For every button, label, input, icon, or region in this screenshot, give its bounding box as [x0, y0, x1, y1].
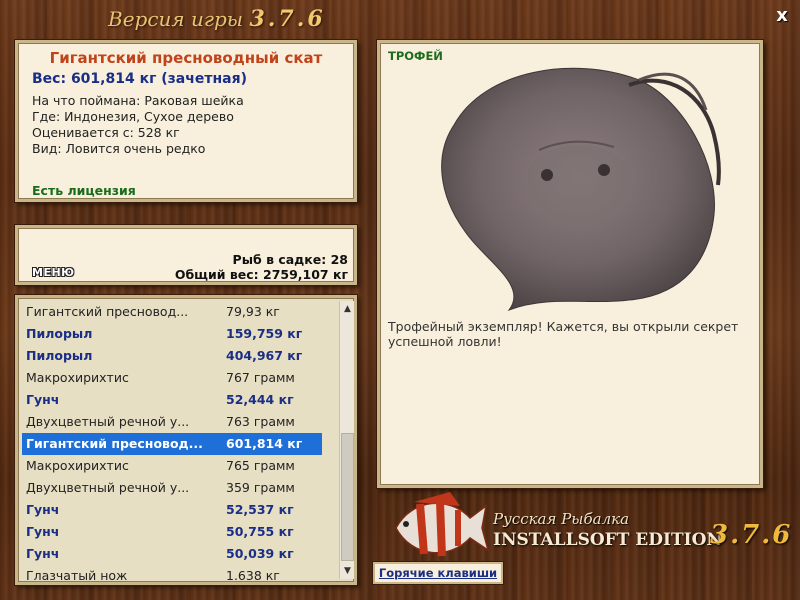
title-version: 3.7.6	[249, 6, 326, 32]
catch-fish-name: Двухцветный речной у...	[26, 414, 190, 429]
catch-fish-weight: 159,759 кг	[226, 326, 303, 341]
close-icon[interactable]: x	[772, 6, 792, 26]
fish-name: Гигантский пресноводный скат	[49, 49, 323, 67]
bait-line: На что поймана: Раковая шейка	[32, 93, 244, 108]
catch-list-row[interactable]: Макрохирихтис 767 грамм	[22, 367, 322, 389]
catch-list-row[interactable]: Пилорыл 159,759 кг	[22, 323, 322, 345]
catch-list-row[interactable]: Пилорыл 404,967 кг	[22, 345, 322, 367]
brand-logo: Русская Рыбалка INSTALLSOFT EDITION 3.7.…	[390, 488, 790, 568]
window-title: Версия игры 3.7.6	[108, 6, 348, 36]
trophy-description: Трофейный экземпляр! Кажется, вы открыли…	[388, 319, 739, 349]
scroll-down-icon[interactable]: ▼	[340, 563, 354, 579]
catch-fish-name: Пилорыл	[26, 326, 93, 341]
hotkeys-button[interactable]: Горячие клавиши	[373, 562, 503, 584]
catch-fish-weight: 1.638 кг	[226, 568, 280, 583]
cage-total-weight: Общий вес: 2759,107 кг	[174, 267, 348, 282]
brand-title: Русская Рыбалка	[493, 510, 630, 528]
catch-fish-name: Макрохирихтис	[26, 458, 129, 473]
catch-list-row[interactable]: Гигантский пресновод... 79,93 кг	[22, 301, 322, 323]
catch-list-row[interactable]: Гунч 52,444 кг	[22, 389, 322, 411]
catch-fish-weight: 52,444 кг	[226, 392, 294, 407]
catch-fish-weight: 763 грамм	[226, 414, 295, 429]
catch-list-row[interactable]: Гунч 50,039 кг	[22, 543, 322, 565]
title-prefix: Версия игры	[108, 7, 244, 31]
catch-fish-name: Гунч	[26, 546, 60, 561]
brand-version: 3.7.6	[710, 520, 793, 550]
catch-list[interactable]: Гигантский пресновод... 79,93 кг Пилорыл 15…	[15, 295, 357, 585]
catch-fish-weight: 50,755 кг	[226, 524, 294, 539]
catch-fish-name: Гигантский пресновод...	[26, 436, 203, 451]
scroll-up-icon[interactable]: ▲	[340, 301, 354, 317]
catch-fish-weight: 79,93 кг	[226, 304, 280, 319]
catch-list-rows: Гигантский пресновод... 79,93 кг Пилорыл 15…	[22, 301, 322, 583]
fish-info-panel: Гигантский пресноводный скат Вес: 601,81…	[15, 40, 357, 202]
catch-fish-weight: 50,039 кг	[226, 546, 294, 561]
catch-fish-name: Гигантский пресновод...	[26, 304, 189, 319]
catch-fish-weight: 601,814 кг	[226, 436, 303, 451]
catch-fish-name: Гунч	[26, 502, 60, 517]
brand-edition: INSTALLSOFT EDITION	[493, 530, 722, 550]
fish-logo-icon	[395, 492, 490, 557]
stingray-image	[441, 67, 721, 312]
catch-list-row[interactable]: Гунч 52,537 кг	[22, 499, 322, 521]
location-line: Где: Индонезия, Сухое дерево	[32, 109, 234, 124]
license-status: Есть лицензия	[32, 183, 136, 198]
catch-list-row[interactable]: Гигантский пресновод... 601,814 кг	[22, 433, 322, 455]
cage-stats-panel: МЕНЮ Рыб в садке: 28 Общий вес: 2759,107…	[15, 225, 357, 285]
catch-list-row[interactable]: Гунч 50,755 кг	[22, 521, 322, 543]
menu-button[interactable]: МЕНЮ	[32, 266, 75, 279]
catch-fish-name: Пилорыл	[26, 348, 93, 363]
rarity-line: Вид: Ловится очень редко	[32, 141, 206, 156]
catch-fish-weight: 765 грамм	[226, 458, 295, 473]
catch-list-row[interactable]: Двухцветный речной у... 359 грамм	[22, 477, 322, 499]
catch-fish-name: Гунч	[26, 524, 60, 539]
catch-list-row[interactable]: Макрохирихтис 765 грамм	[22, 455, 322, 477]
fish-weight: Вес: 601,814 кг (зачетная)	[32, 71, 247, 87]
catch-fish-weight: 359 грамм	[226, 480, 295, 495]
cage-count: Рыб в садке: 28	[232, 252, 348, 267]
catch-fish-weight: 767 грамм	[226, 370, 295, 385]
catch-list-row[interactable]: Глазчатый нож 1.638 кг	[22, 565, 322, 583]
trophy-panel: ТРОФЕЙ Трофейный экземпляр! Кажется, вы …	[377, 40, 763, 488]
catch-list-row[interactable]: Двухцветный речной у... 763 грамм	[22, 411, 322, 433]
catch-list-scrollbar[interactable]: ▲ ▼	[339, 301, 354, 579]
value-line: Оценивается с: 528 кг	[32, 125, 180, 140]
scroll-thumb[interactable]	[341, 433, 354, 561]
catch-fish-weight: 404,967 кг	[226, 348, 303, 363]
catch-fish-name: Глазчатый нож	[26, 568, 128, 583]
catch-fish-name: Макрохирихтис	[26, 370, 129, 385]
catch-fish-weight: 52,537 кг	[226, 502, 294, 517]
catch-fish-name: Гунч	[26, 392, 60, 407]
catch-fish-name: Двухцветный речной у...	[26, 480, 190, 495]
